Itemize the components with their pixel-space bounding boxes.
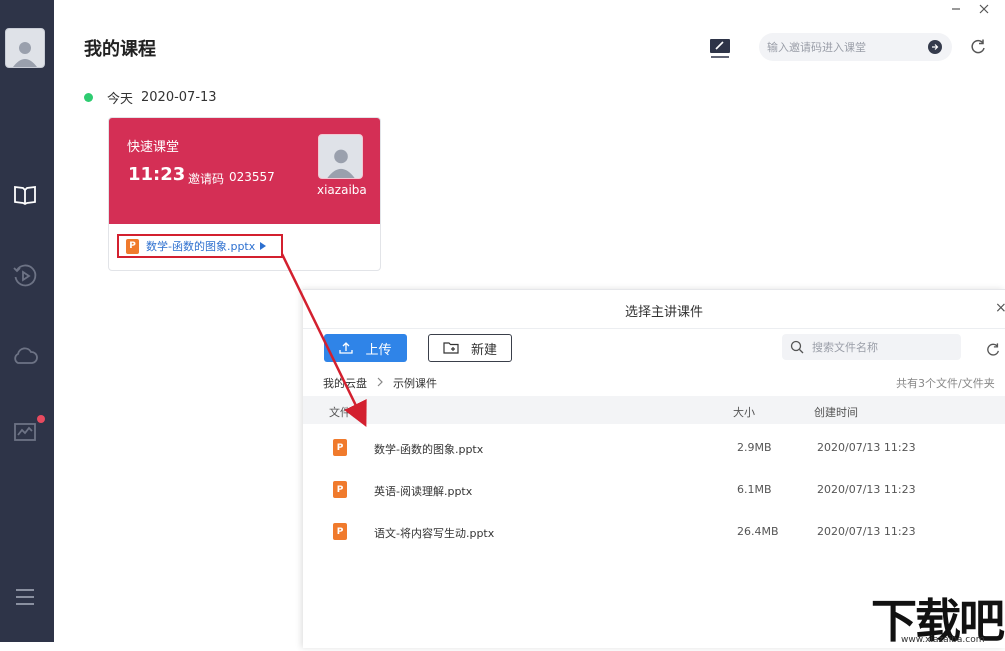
notification-badge (37, 415, 45, 423)
course-card-header: 快速课堂 11:23 邀请码 023557 xiazaiba (109, 118, 380, 224)
new-label: 新建 (471, 339, 497, 358)
file-name: 语文-将内容写生动.pptx (374, 525, 494, 541)
file-search (782, 334, 961, 360)
user-silhouette-icon (324, 144, 358, 178)
ppt-icon: P (126, 239, 139, 254)
chevron-right-icon (377, 377, 383, 390)
file-name: 英语-阅读理解.pptx (374, 483, 472, 499)
file-count: 共有3个文件/文件夹 (896, 375, 995, 391)
file-search-input[interactable] (812, 338, 952, 356)
watermark-url: www.xiazaiba.com (901, 635, 985, 645)
dialog-refresh-icon[interactable] (985, 342, 1001, 358)
col-created[interactable]: 创建时间 (814, 404, 858, 420)
file-size: 2.9MB (737, 441, 772, 454)
table-row[interactable]: P 数学-函数的图象.pptx 2.9MB 2020/07/13 11:23 (303, 426, 1005, 468)
teacher-name: xiazaiba (317, 183, 367, 197)
table-header: 文件名 大小 创建时间 (303, 396, 1005, 424)
page-title: 我的课程 (84, 35, 156, 61)
invite-code-search (759, 33, 952, 61)
ppt-icon: P (333, 523, 347, 540)
book-icon[interactable] (10, 180, 40, 210)
upload-icon (339, 341, 353, 355)
close-window-button[interactable] (973, 0, 995, 18)
search-icon (790, 340, 804, 354)
watermark-logo: 下载吧 www.xiazaiba.com (871, 589, 1005, 647)
upload-label: 上传 (365, 339, 391, 358)
date-value: 2020-07-13 (141, 90, 217, 105)
breadcrumb: 我的云盘 示例课件 (323, 375, 437, 391)
file-created: 2020/07/13 11:23 (817, 525, 916, 538)
table-row[interactable]: P 语文-将内容写生动.pptx 26.4MB 2020/07/13 11:23 (303, 510, 1005, 552)
col-size[interactable]: 大小 (733, 404, 755, 420)
hamburger-icon[interactable] (10, 582, 40, 612)
file-created: 2020/07/13 11:23 (817, 483, 916, 496)
course-time: 11:23 (128, 164, 185, 185)
course-card[interactable]: 快速课堂 11:23 邀请码 023557 xiazaiba P 数学-函数的图… (108, 117, 381, 271)
invite-code-input[interactable] (767, 37, 917, 57)
sidebar (0, 0, 54, 642)
table-row[interactable]: P 英语-阅读理解.pptx 6.1MB 2020/07/13 11:23 (303, 468, 1005, 510)
date-day: 今天 (107, 88, 133, 107)
status-dot (84, 93, 93, 102)
file-name: 数学-函数的图象.pptx (374, 441, 483, 457)
play-icon (260, 242, 266, 250)
refresh-icon[interactable] (969, 38, 987, 56)
upload-button[interactable]: 上传 (324, 334, 407, 362)
ppt-icon: P (333, 481, 347, 498)
ppt-icon: P (333, 439, 347, 456)
breadcrumb-root[interactable]: 我的云盘 (323, 375, 367, 391)
cloud-icon[interactable] (10, 341, 40, 371)
invite-code-value: 023557 (229, 170, 275, 184)
date-group-header: 今天 2020-07-13 (84, 88, 217, 107)
teacher-avatar (318, 134, 363, 179)
whiteboard-icon[interactable] (709, 37, 731, 59)
file-size: 6.1MB (737, 483, 772, 496)
user-silhouette-icon (10, 37, 40, 67)
folder-plus-icon (443, 341, 459, 355)
course-file-name: 数学-函数的图象.pptx (146, 238, 255, 254)
invite-code-label: 邀请码 (188, 170, 224, 187)
dialog-close-button[interactable]: × (995, 300, 1005, 316)
breadcrumb-current: 示例课件 (393, 375, 437, 391)
col-name[interactable]: 文件名 (329, 404, 362, 420)
file-created: 2020/07/13 11:23 (817, 441, 916, 454)
course-title: 快速课堂 (127, 136, 179, 155)
replay-icon[interactable] (10, 261, 40, 291)
new-folder-button[interactable]: 新建 (428, 334, 512, 362)
avatar[interactable] (5, 28, 45, 68)
course-file-link[interactable]: P 数学-函数的图象.pptx (117, 234, 283, 258)
file-size: 26.4MB (737, 525, 779, 538)
divider (303, 328, 1005, 329)
enter-arrow-icon[interactable] (928, 40, 942, 54)
chart-icon[interactable] (10, 418, 40, 448)
minimize-button[interactable] (945, 0, 967, 18)
dialog-title: 选择主讲课件 (303, 301, 1005, 320)
